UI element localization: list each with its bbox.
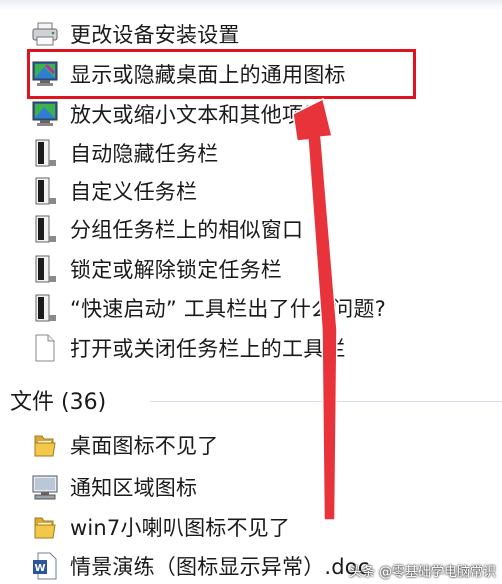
svg-text:W: W (34, 563, 45, 574)
watermark-text: 头条 @零基础学电脑常识 (348, 565, 496, 580)
taskbar-icon (30, 293, 60, 323)
document-icon (30, 333, 60, 363)
result-auto-hide-taskbar[interactable]: 自动隐藏任务栏 (30, 136, 470, 170)
result-label: 锁定或解除锁定任务栏 (70, 258, 282, 282)
taskbar-icon (30, 138, 60, 168)
file-label: 桌面图标不见了 (70, 434, 219, 458)
file-label: 情景演练（图标显示异常）.doc (70, 555, 370, 579)
top-gradient (0, 0, 502, 10)
result-change-device-settings[interactable]: 更改设备安装设置 (30, 17, 470, 51)
result-group-similar-windows[interactable]: 分组任务栏上的相似窗口 (30, 212, 470, 246)
result-label: 分组任务栏上的相似窗口 (70, 218, 304, 242)
result-customize-taskbar[interactable]: 自定义任务栏 (30, 174, 470, 208)
file-label: 通知区域图标 (70, 476, 198, 500)
computer-icon (30, 472, 60, 502)
result-label: “快速启动” 工具栏出了什么问题? (70, 297, 386, 321)
file-item-notification-area[interactable]: 通知区域图标 (30, 470, 470, 504)
taskbar-icon (30, 176, 60, 206)
result-zoom-text[interactable]: 放大或缩小文本和其他项目 (30, 97, 470, 131)
result-label: 打开或关闭任务栏上的工具栏 (70, 337, 346, 361)
taskbar-icon (30, 254, 60, 284)
file-item-speaker-icon[interactable]: win7小喇叭图标不见了 (30, 510, 470, 544)
folder-icon (30, 430, 60, 460)
display-icon (30, 99, 60, 129)
result-label: 自定义任务栏 (70, 180, 198, 204)
result-quick-launch[interactable]: “快速启动” 工具栏出了什么问题? (30, 291, 470, 325)
result-label: 更改设备安装设置 (70, 23, 240, 47)
file-label: win7小喇叭图标不见了 (70, 516, 291, 540)
word-document-icon: W (30, 551, 60, 581)
printer-icon (30, 19, 60, 49)
folder-icon (30, 512, 60, 542)
result-label: 自动隐藏任务栏 (70, 142, 219, 166)
file-item-desktop-icons[interactable]: 桌面图标不见了 (30, 428, 470, 462)
result-lock-taskbar[interactable]: 锁定或解除锁定任务栏 (30, 252, 470, 286)
taskbar-icon (30, 214, 60, 244)
highlight-box (27, 49, 416, 99)
result-label: 放大或缩小文本和其他项目 (70, 103, 325, 127)
result-toggle-toolbars[interactable]: 打开或关闭任务栏上的工具栏 (30, 331, 470, 365)
files-section-header: 文件 (36) (10, 390, 107, 415)
section-divider (150, 401, 502, 402)
